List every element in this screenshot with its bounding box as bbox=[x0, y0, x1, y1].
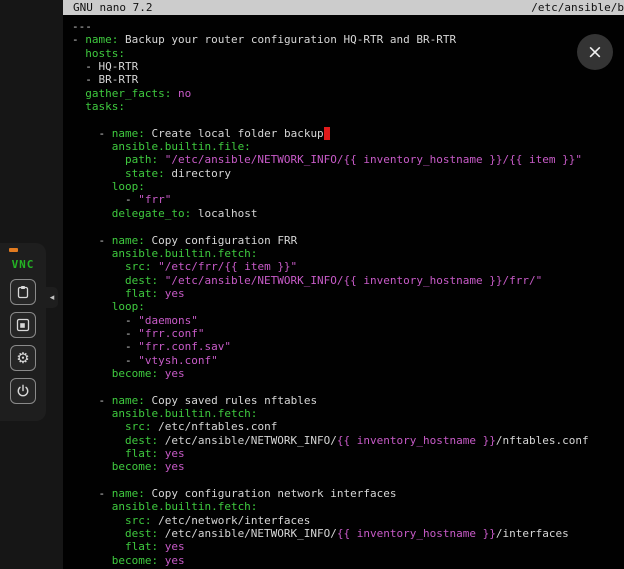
power-icon bbox=[16, 384, 30, 398]
code-line: - name: Copy configuration FRR bbox=[72, 234, 624, 247]
code-line: - name: Copy saved rules nftables bbox=[72, 394, 624, 407]
vnc-logo-text: VNC bbox=[12, 258, 35, 271]
code-line: become: yes bbox=[72, 554, 624, 567]
vnc-logo-accent bbox=[9, 248, 18, 252]
code-line: --- bbox=[72, 20, 624, 33]
code-line: flat: yes bbox=[72, 540, 624, 553]
clipboard-icon bbox=[16, 285, 30, 299]
code-line: ansible.builtin.fetch: bbox=[72, 500, 624, 513]
close-button[interactable]: × bbox=[577, 34, 613, 70]
code-line bbox=[72, 380, 624, 393]
code-line: ansible.builtin.fetch: bbox=[72, 247, 624, 260]
code-line: - name: Copy configuration network inter… bbox=[72, 487, 624, 500]
terminal-window[interactable]: GNU nano 7.2 /etc/ansible/b ---- name: B… bbox=[63, 0, 624, 569]
code-line: hosts: bbox=[72, 47, 624, 60]
vnc-control-bar: VNC ⚙ bbox=[0, 0, 63, 569]
code-line: - "frr" bbox=[72, 193, 624, 206]
fullscreen-icon bbox=[16, 318, 30, 332]
code-line: loop: bbox=[72, 300, 624, 313]
code-line: - name: Backup your router configuration… bbox=[72, 33, 624, 46]
editor-content[interactable]: ---- name: Backup your router configurat… bbox=[63, 15, 624, 567]
code-line: ansible.builtin.fetch: bbox=[72, 407, 624, 420]
code-line: ansible.builtin.file: bbox=[72, 140, 624, 153]
code-line: dest: /etc/ansible/NETWORK_INFO/{{ inven… bbox=[72, 527, 624, 540]
code-line: - "frr.conf.sav" bbox=[72, 340, 624, 353]
code-line: flat: yes bbox=[72, 447, 624, 460]
code-line: become: yes bbox=[72, 460, 624, 473]
code-line: loop: bbox=[72, 180, 624, 193]
vnc-panel: VNC ⚙ bbox=[0, 243, 46, 421]
settings-button[interactable]: ⚙ bbox=[10, 345, 36, 371]
code-line: - HQ-RTR bbox=[72, 60, 624, 73]
code-line: path: "/etc/ansible/NETWORK_INFO/{{ inve… bbox=[72, 153, 624, 166]
code-line: state: directory bbox=[72, 167, 624, 180]
code-line: tasks: bbox=[72, 100, 624, 113]
gear-icon: ⚙ bbox=[16, 351, 29, 366]
desktop: VNC ⚙ bbox=[0, 0, 624, 569]
code-line bbox=[72, 220, 624, 233]
code-line: - BR-RTR bbox=[72, 73, 624, 86]
collapse-arrow-icon: ◂ bbox=[50, 293, 55, 303]
code-line: dest: "/etc/ansible/NETWORK_INFO/{{ inve… bbox=[72, 274, 624, 287]
clipboard-button[interactable] bbox=[10, 279, 36, 305]
nano-file-path: /etc/ansible/b bbox=[531, 0, 624, 15]
power-button[interactable] bbox=[10, 378, 36, 404]
nano-titlebar: GNU nano 7.2 /etc/ansible/b bbox=[63, 0, 624, 15]
code-line: delegate_to: localhost bbox=[72, 207, 624, 220]
control-bar-handle[interactable]: ◂ bbox=[46, 287, 58, 308]
code-line: src: "/etc/frr/{{ item }}" bbox=[72, 260, 624, 273]
nano-app-title: GNU nano 7.2 bbox=[73, 0, 152, 15]
code-line: - "frr.conf" bbox=[72, 327, 624, 340]
code-line: flat: yes bbox=[72, 287, 624, 300]
fullscreen-button[interactable] bbox=[10, 312, 36, 338]
code-line: src: /etc/nftables.conf bbox=[72, 420, 624, 433]
code-line: src: /etc/network/interfaces bbox=[72, 514, 624, 527]
code-line: - "daemons" bbox=[72, 314, 624, 327]
close-icon: × bbox=[587, 41, 603, 63]
code-line: become: yes bbox=[72, 367, 624, 380]
code-line: gather_facts: no bbox=[72, 87, 624, 100]
code-line: - name: Create local folder backup bbox=[72, 127, 624, 140]
vnc-logo: VNC bbox=[6, 248, 40, 272]
code-line: - "vtysh.conf" bbox=[72, 354, 624, 367]
code-line bbox=[72, 474, 624, 487]
code-line: dest: /etc/ansible/NETWORK_INFO/{{ inven… bbox=[72, 434, 624, 447]
code-line bbox=[72, 113, 624, 126]
